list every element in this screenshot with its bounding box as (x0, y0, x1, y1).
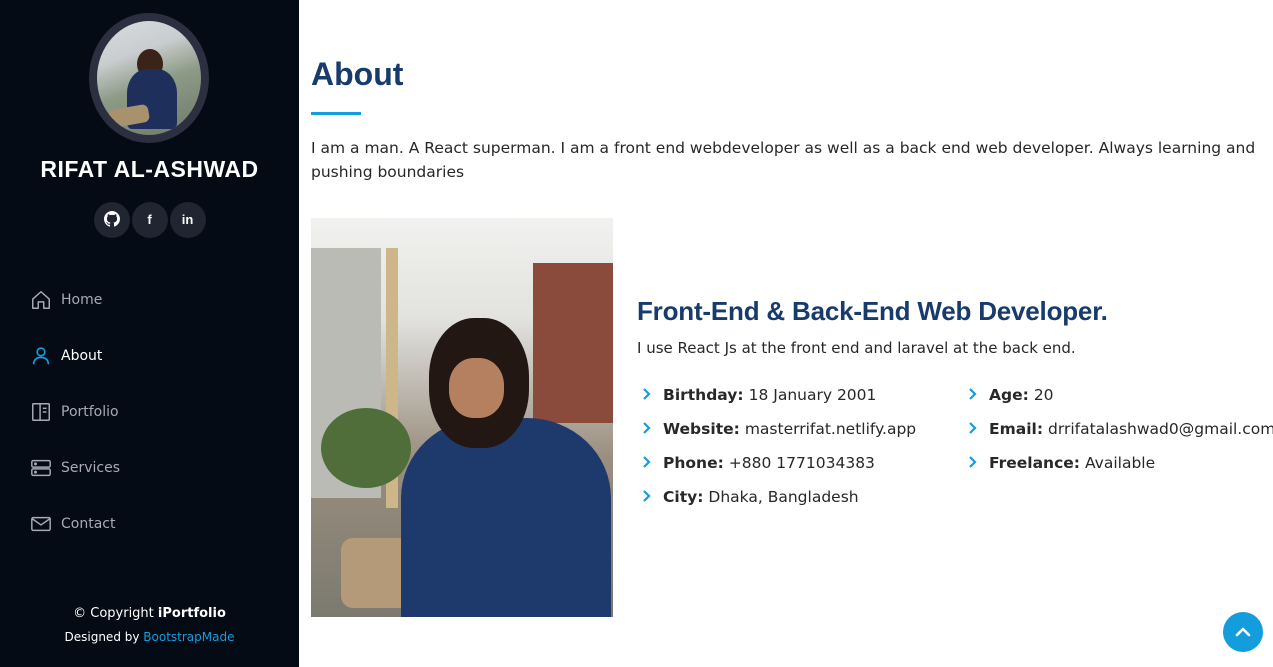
info-age: Age: 20 (967, 378, 1273, 412)
back-to-top-button[interactable] (1223, 612, 1263, 652)
main-content: About I am a man. A React superman. I am… (299, 0, 1273, 667)
section-title: About (311, 56, 404, 92)
chevron-right-icon (967, 454, 989, 472)
info-phone: Phone: +880 1771034383 (641, 446, 916, 480)
info-birthday: Birthday: 18 January 2001 (641, 378, 916, 412)
chevron-right-icon (641, 454, 663, 472)
info-column-right: Age: 20 Email: drrifatalashwad0@gmail.co… (967, 378, 1273, 480)
info-website: Website: masterrifat.netlify.app (641, 412, 916, 446)
chevron-right-icon (641, 420, 663, 438)
nav-label-services: Services (61, 460, 121, 476)
person-icon (30, 345, 52, 367)
nav-item-services[interactable]: Services (30, 440, 120, 496)
about-intro: I am a man. A React superman. I am a fro… (311, 139, 1256, 181)
profile-avatar (89, 13, 209, 143)
chevron-right-icon (967, 386, 989, 404)
nav-label-contact: Contact (61, 516, 116, 532)
avatar-photo (97, 21, 201, 135)
social-links: f in (0, 202, 299, 238)
sidebar: RIFAT AL-ASHWAD f in Home About Portfolio (0, 0, 299, 667)
linkedin-link[interactable]: in (169, 202, 206, 238)
title-underline (311, 112, 361, 115)
github-link[interactable] (93, 202, 130, 238)
nav-item-about[interactable]: About (30, 328, 120, 384)
github-icon (103, 211, 120, 227)
credits: Designed by BootstrapMade (64, 630, 235, 644)
portfolio-icon (30, 401, 52, 423)
home-icon (30, 289, 52, 311)
nav-item-contact[interactable]: Contact (30, 496, 120, 552)
nav-item-home[interactable]: Home (30, 272, 120, 328)
server-icon (30, 457, 52, 479)
nav-item-portfolio[interactable]: Portfolio (30, 384, 120, 440)
envelope-icon (30, 513, 52, 535)
info-city: City: Dhaka, Bangladesh (641, 480, 916, 514)
info-freelance: Freelance: Available (967, 446, 1273, 480)
sidebar-nav: Home About Portfolio Services Contact (30, 272, 120, 552)
sidebar-footer: © Copyright iPortfolio Designed by Boots… (0, 606, 299, 644)
chevron-up-icon (1235, 627, 1251, 637)
nav-label-about: About (61, 348, 103, 364)
info-email: Email: drrifatalashwad0@gmail.com (967, 412, 1273, 446)
chevron-right-icon (641, 386, 663, 404)
role-heading: Front-End & Back-End Web Developer. (637, 296, 1108, 326)
about-photo (311, 218, 613, 617)
nav-label-portfolio: Portfolio (61, 404, 119, 420)
nav-label-home: Home (61, 292, 103, 308)
chevron-right-icon (641, 488, 663, 506)
profile-name: RIFAT AL-ASHWAD (40, 156, 259, 182)
bootstrapmade-link[interactable]: BootstrapMade (143, 630, 234, 644)
facebook-icon: f (147, 212, 152, 227)
info-column-left: Birthday: 18 January 2001 Website: maste… (641, 378, 916, 514)
role-description: I use React Js at the front end and lara… (637, 339, 1076, 357)
copyright: © Copyright iPortfolio (73, 606, 226, 621)
linkedin-icon: in (181, 212, 194, 227)
about-details: Front-End & Back-End Web Developer. I us… (637, 296, 1273, 506)
chevron-right-icon (967, 420, 989, 438)
facebook-link[interactable]: f (131, 202, 168, 238)
